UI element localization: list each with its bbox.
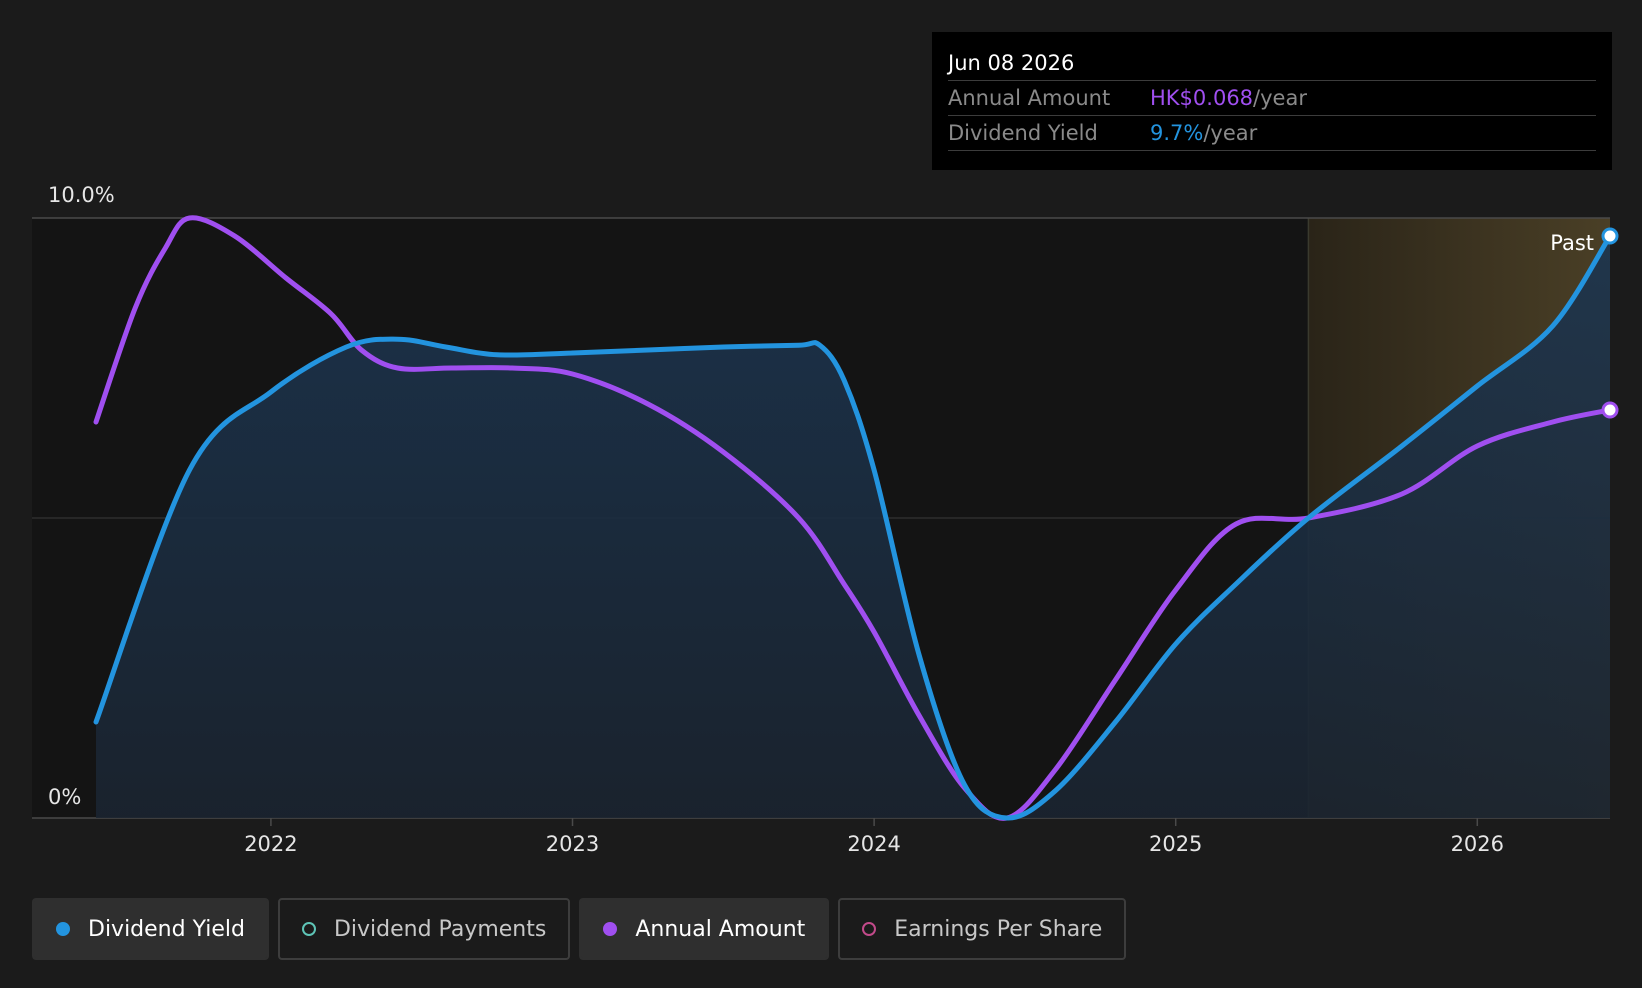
tooltip-row-dividend-yield: Dividend Yield 9.7% /year bbox=[948, 116, 1596, 151]
tooltip-annual-amount-label: Annual Amount bbox=[948, 86, 1111, 110]
annual-amount-dot-icon bbox=[603, 922, 618, 936]
tooltip-date: Jun 08 2026 bbox=[948, 46, 1596, 81]
x-tick-label: 2026 bbox=[1451, 832, 1504, 856]
legend: Dividend Yield Dividend Payments Annual … bbox=[32, 898, 1127, 960]
dividend-yield-dot-icon bbox=[56, 922, 70, 936]
tooltip-dividend-yield-value: 9.7% bbox=[1150, 121, 1204, 145]
tooltip-row-annual-amount: Annual Amount HK$0.068 /year bbox=[948, 81, 1596, 116]
tooltip: Jun 08 2026 Annual Amount HK$0.068 /year… bbox=[932, 32, 1612, 170]
y-tick-label: 10.0% bbox=[48, 183, 115, 207]
legend-dividend-yield[interactable]: Dividend Yield bbox=[32, 898, 269, 960]
annual-amount-end-marker bbox=[1601, 401, 1619, 419]
dividend-yield-end-marker bbox=[1601, 227, 1619, 245]
tooltip-dividend-yield-label: Dividend Yield bbox=[948, 121, 1098, 145]
tooltip-dividend-yield-unit: /year bbox=[1203, 121, 1258, 145]
x-tick-label: 2025 bbox=[1149, 832, 1202, 856]
legend-dividend-payments-label: Dividend Payments bbox=[333, 916, 547, 942]
past-label: Past bbox=[1550, 231, 1594, 255]
dividend-payments-ring-icon bbox=[301, 922, 316, 936]
y-tick-label: 0% bbox=[48, 785, 81, 809]
tooltip-annual-amount-value: HK$0.068 bbox=[1150, 86, 1254, 110]
legend-dividend-yield-label: Dividend Yield bbox=[88, 916, 245, 942]
x-tick-label: 2024 bbox=[847, 832, 900, 856]
legend-dividend-payments[interactable]: Dividend Payments bbox=[277, 898, 571, 960]
x-tick-label: 2023 bbox=[546, 832, 599, 856]
earnings-per-share-ring-icon bbox=[862, 922, 877, 936]
legend-annual-amount-label: Annual Amount bbox=[635, 916, 806, 942]
legend-earnings-per-share-label: Earnings Per Share bbox=[894, 916, 1103, 942]
tooltip-annual-amount-unit: /year bbox=[1253, 86, 1307, 110]
legend-annual-amount[interactable]: Annual Amount bbox=[579, 898, 830, 960]
legend-earnings-per-share[interactable]: Earnings Per Share bbox=[838, 898, 1127, 960]
x-tick-label: 2022 bbox=[244, 832, 297, 856]
